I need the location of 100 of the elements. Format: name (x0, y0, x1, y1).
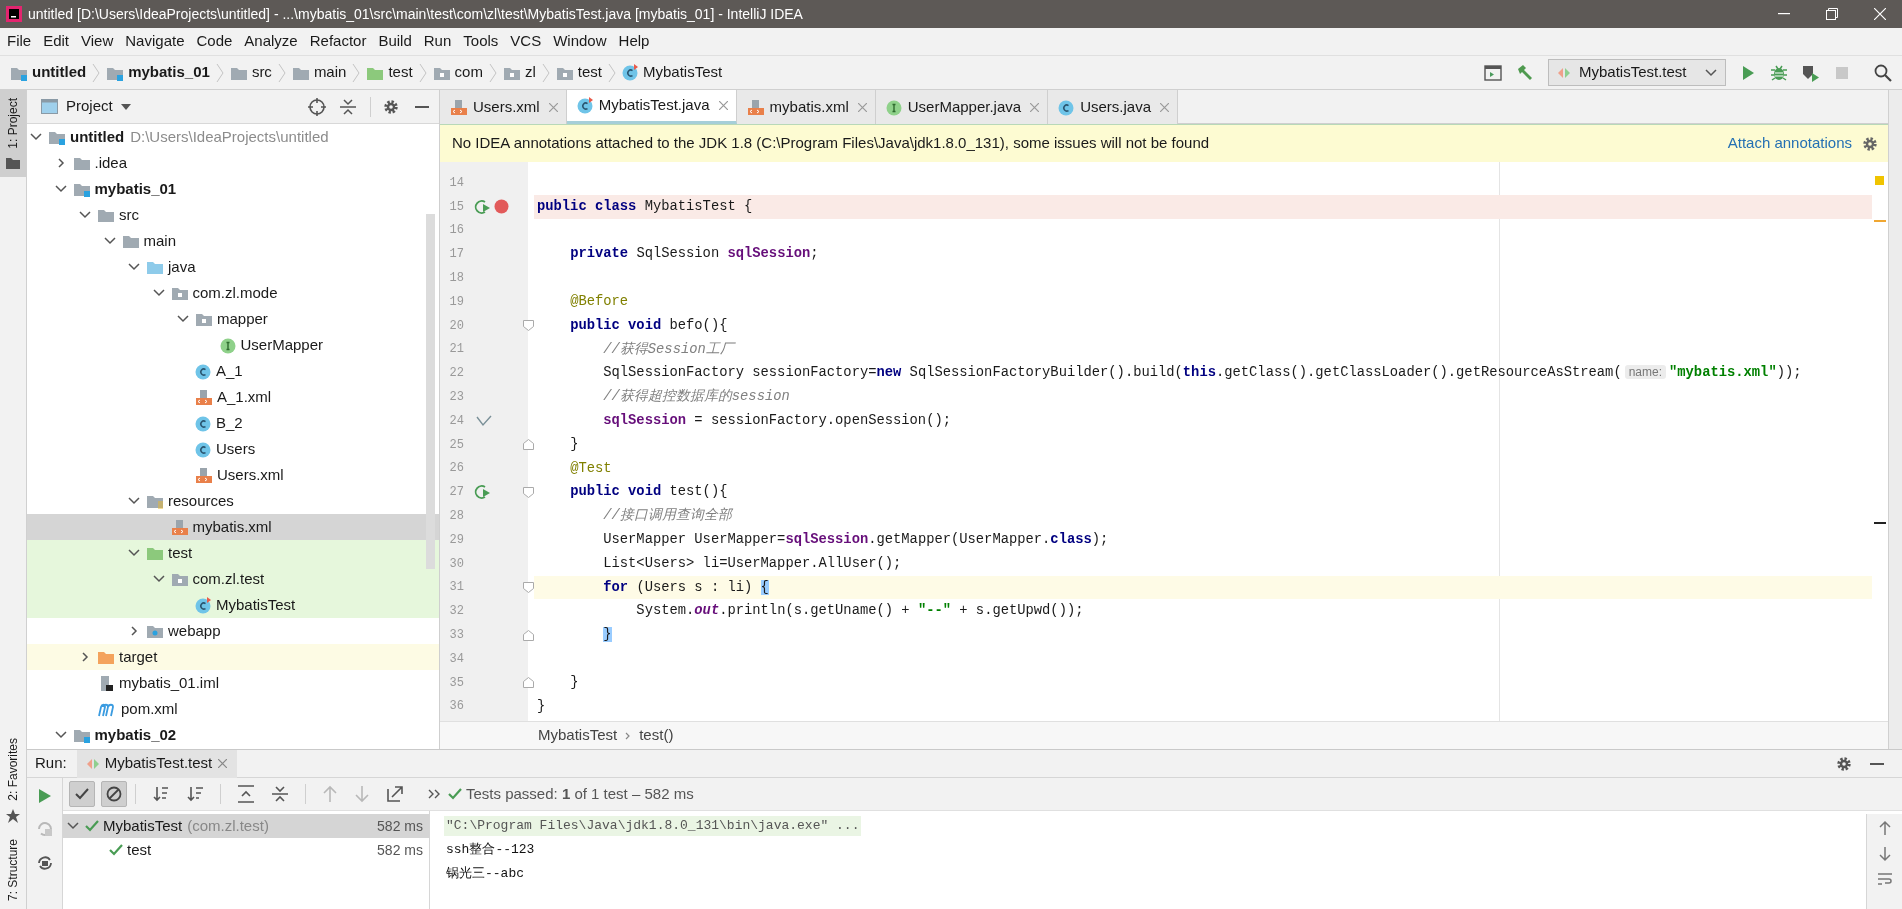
test-result-item[interactable]: MybatisTest (com.zl.test) 582 ms (63, 814, 429, 838)
toggle-auto-test-icon[interactable] (35, 854, 54, 872)
tree-item[interactable]: untitled D:\Users\IdeaProjects\untitled (27, 124, 439, 150)
editor-tab[interactable]: mybatis.xml (736, 90, 876, 124)
breadcrumb-item[interactable]: zl (500, 61, 538, 84)
run-window-icon[interactable] (1484, 64, 1502, 81)
tree-item[interactable]: webapp (27, 618, 439, 644)
sort-alphabetically-icon[interactable] (152, 785, 170, 803)
settings-icon[interactable] (1836, 755, 1852, 772)
chevron-down-icon[interactable] (30, 132, 42, 142)
tree-item[interactable]: UserMapper (27, 332, 439, 358)
menu-item[interactable]: Refactor (303, 28, 373, 55)
tree-item[interactable]: B_2 (27, 410, 439, 436)
tree-item[interactable]: A_1.xml (27, 384, 439, 410)
breadcrumb-item[interactable]: MybatisTest (619, 61, 725, 84)
breakpoint-icon[interactable] (494, 199, 509, 215)
sort-by-duration-icon[interactable] (186, 785, 204, 803)
run-test-icon[interactable] (472, 197, 492, 216)
export-icon[interactable] (386, 785, 404, 803)
breadcrumb-item[interactable]: main (289, 61, 349, 84)
menu-item[interactable]: Tools (457, 28, 505, 55)
more-icon[interactable] (428, 789, 440, 799)
tool-window-tab[interactable]: 2: Favorites (0, 730, 26, 831)
breadcrumb-item[interactable]: src (227, 61, 274, 84)
menu-item[interactable]: Analyze (238, 28, 304, 55)
tree-item[interactable]: MybatisTest (27, 592, 439, 618)
restore-icon[interactable] (1826, 8, 1838, 20)
menu-item[interactable]: Navigate (119, 28, 191, 55)
tree-item[interactable]: target (27, 644, 439, 670)
chevron-down-icon[interactable] (79, 210, 91, 220)
breadcrumb-item[interactable]: untitled (8, 61, 89, 84)
chevron-down-icon[interactable] (54, 184, 67, 194)
menu-item[interactable]: VCS (504, 28, 548, 55)
chevron-right-icon[interactable] (55, 158, 66, 168)
breadcrumb-item[interactable]: MybatisTest (538, 724, 618, 747)
tree-item[interactable]: com.zl.mode (27, 280, 439, 306)
chevron-down-icon[interactable] (54, 730, 67, 740)
run-icon[interactable] (1740, 64, 1756, 81)
close-icon[interactable] (218, 759, 228, 768)
chevron-down-icon[interactable] (67, 821, 79, 831)
tree-item[interactable]: A_1 (27, 358, 439, 384)
menu-item[interactable]: Window (547, 28, 613, 55)
minimize-icon[interactable] (1778, 13, 1790, 15)
minimize-icon[interactable] (1870, 762, 1884, 765)
test-result-item[interactable]: test 582 ms (63, 838, 429, 862)
chevron-down-icon[interactable] (177, 314, 189, 324)
editor-tab[interactable]: Users.java (1048, 90, 1178, 124)
settings-icon[interactable] (383, 98, 399, 115)
filter-toggle[interactable] (69, 781, 95, 807)
run-test-icon[interactable] (472, 483, 492, 502)
editor-tab[interactable]: UserMapper.java (875, 90, 1049, 124)
menu-item[interactable]: Help (612, 28, 656, 55)
locate-icon[interactable] (308, 97, 326, 116)
scrollbar[interactable] (426, 214, 435, 569)
menu-item[interactable]: Edit (37, 28, 76, 55)
minimize-icon[interactable] (415, 105, 429, 108)
editor-tab[interactable]: MybatisTest.java (566, 90, 737, 124)
chevron-down-icon[interactable] (128, 496, 140, 506)
breadcrumb-item[interactable]: test() (639, 724, 674, 747)
tree-item[interactable]: main (27, 228, 439, 254)
tree-item[interactable]: Users.xml (27, 462, 439, 488)
filter-toggle[interactable] (101, 781, 127, 807)
tree-item[interactable]: mapper (27, 306, 439, 332)
tree-item[interactable]: mybatis.xml (27, 514, 439, 540)
breadcrumb-item[interactable]: com (430, 61, 485, 84)
chevron-down-icon[interactable] (103, 236, 116, 246)
tree-item[interactable]: test (27, 540, 439, 566)
tree-item[interactable]: Users (27, 436, 439, 462)
tree-item[interactable]: .idea (27, 150, 439, 176)
run-tab[interactable]: MybatisTest.test (76, 749, 238, 778)
arrow-down-icon[interactable] (1877, 846, 1892, 862)
chevron-down-icon[interactable] (128, 548, 140, 558)
tree-item[interactable]: src (27, 202, 439, 228)
tool-window-tab[interactable]: 1: Project (0, 90, 26, 177)
breadcrumb-item[interactable]: mybatis_01 (104, 61, 212, 84)
tree-item[interactable]: mybatis_01 (27, 176, 439, 202)
tree-item[interactable]: java (27, 254, 439, 280)
run-icon[interactable] (37, 788, 52, 804)
hammer-icon[interactable] (1516, 63, 1534, 82)
breadcrumb-item[interactable]: test (553, 61, 604, 84)
tree-item[interactable]: mybatis_01.iml (27, 670, 439, 696)
chevron-right-icon[interactable] (129, 626, 139, 636)
collapse-all-icon[interactable] (340, 97, 356, 116)
close-icon[interactable] (718, 101, 728, 110)
collapse-all-icon[interactable] (271, 785, 289, 803)
run-configuration-dropdown[interactable]: MybatisTest.test (1548, 59, 1726, 86)
chevron-down-icon[interactable] (152, 288, 165, 298)
editor-tab[interactable]: Users.xml (440, 90, 567, 124)
chevron-down-icon[interactable] (152, 574, 165, 584)
tree-item[interactable]: mybatis_02 (27, 722, 439, 748)
menu-item[interactable]: Run (417, 28, 458, 55)
soft-wrap-icon[interactable] (1876, 872, 1893, 886)
menu-item[interactable]: View (75, 28, 120, 55)
menu-item[interactable]: Build (372, 28, 418, 55)
search-icon[interactable] (1874, 63, 1892, 82)
project-view-selector[interactable]: Project (66, 95, 131, 118)
arrow-up-icon[interactable] (1877, 820, 1892, 836)
tree-item[interactable]: pom.xml (27, 696, 439, 722)
breadcrumb-item[interactable]: test (364, 61, 415, 84)
chevron-down-icon[interactable] (128, 262, 140, 272)
